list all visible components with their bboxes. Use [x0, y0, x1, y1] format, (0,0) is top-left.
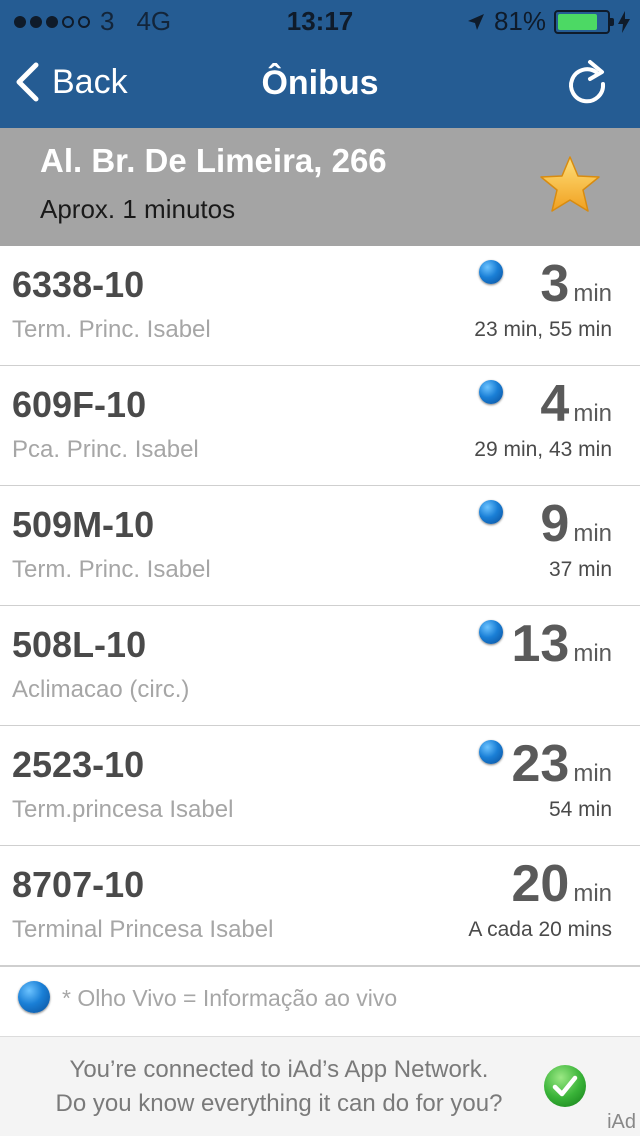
- eta-minutes: 23: [511, 735, 570, 793]
- bus-destination: Aclimacao (circ.): [12, 676, 190, 703]
- eta-minutes: 4: [540, 375, 570, 433]
- battery-icon: [554, 9, 614, 34]
- eta-unit: min: [573, 880, 612, 907]
- refresh-icon[interactable]: [566, 58, 610, 106]
- status-right: 81%: [466, 6, 630, 37]
- navigation-bar: Back Ônibus: [0, 40, 640, 128]
- bus-destination: Term. Princ. Isabel: [12, 316, 211, 343]
- bus-destination: Pca. Princ. Isabel: [12, 436, 199, 463]
- eta-unit: min: [573, 520, 612, 547]
- stop-name: Al. Br. De Limeira, 266: [40, 142, 387, 179]
- stop-approx-time: Aprox. 1 minutos: [40, 194, 236, 224]
- star-icon[interactable]: [538, 154, 602, 216]
- next-arrivals: 23 min, 55 min: [474, 318, 612, 341]
- live-indicator-icon: [18, 981, 50, 1013]
- live-indicator-icon: [479, 260, 503, 284]
- bus-line-code: 8707-10: [12, 864, 145, 905]
- bus-list: 6338-10 Term. Princ. Isabel 3 min 23 min, 55…: [0, 246, 640, 966]
- live-indicator-icon: [479, 500, 503, 524]
- iad-label: iAd: [607, 1111, 636, 1133]
- bus-row[interactable]: 2523-10 Term.princesa Isabel 23 min 54 min: [0, 726, 640, 846]
- legend: * Olho Vivo = Informação ao vivo: [0, 966, 640, 1036]
- bus-row[interactable]: 508L-10 Aclimacao (circ.) 13 min: [0, 606, 640, 726]
- eta-minutes: 9: [540, 495, 570, 553]
- eta: 9 min: [540, 494, 612, 554]
- bus-line-code: 508L-10: [12, 624, 147, 665]
- next-arrivals: 29 min, 43 min: [474, 438, 612, 461]
- eta-unit: min: [573, 400, 612, 427]
- bus-row[interactable]: 6338-10 Term. Princ. Isabel 3 min 23 min, 55…: [0, 246, 640, 366]
- eta-unit: min: [573, 760, 612, 787]
- live-indicator-icon: [479, 380, 503, 404]
- eta-unit: min: [573, 640, 612, 667]
- ad-line-2: Do you know everything it can do for you…: [55, 1090, 503, 1117]
- ad-line-1: You’re connected to iAd’s App Network.: [69, 1056, 489, 1083]
- charging-bolt-icon: [618, 10, 630, 33]
- next-arrivals: 37 min: [548, 558, 612, 581]
- bus-row[interactable]: 8707-10 Terminal Princesa Isabel 20 min A ca…: [0, 846, 640, 966]
- bus-line-code: 509M-10: [12, 504, 155, 545]
- bus-line-code: 2523-10: [12, 744, 145, 785]
- bus-destination: Term. Princ. Isabel: [12, 556, 211, 583]
- status-bar: 3 4G 13:17 81%: [0, 0, 640, 40]
- next-arrivals: 54 min: [548, 798, 612, 821]
- legend-text: * Olho Vivo = Informação ao vivo: [62, 985, 398, 1011]
- location-arrow-icon: [467, 13, 484, 30]
- bus-row[interactable]: 509M-10 Term. Princ. Isabel 9 min 37 min: [0, 486, 640, 606]
- eta: 4 min: [540, 374, 612, 434]
- battery-percent: 81%: [493, 6, 546, 36]
- page-title: Ônibus: [261, 64, 379, 102]
- eta: 20 min: [511, 854, 612, 914]
- eta-unit: min: [573, 280, 612, 307]
- live-indicator-icon: [479, 620, 503, 644]
- live-indicator-icon: [479, 740, 503, 764]
- bus-destination: Terminal Princesa Isabel: [12, 916, 274, 943]
- eta-minutes: 3: [540, 255, 570, 313]
- eta-minutes: 20: [511, 855, 570, 913]
- checkmark-icon[interactable]: [543, 1064, 587, 1108]
- eta: 3 min: [540, 254, 612, 314]
- eta: 13 min: [511, 614, 612, 674]
- eta: 23 min: [511, 734, 612, 794]
- bus-line-code: 6338-10: [12, 264, 145, 305]
- next-arrivals: A cada 20 mins: [468, 918, 612, 941]
- bus-line-code: 609F-10: [12, 384, 147, 425]
- ad-message: You’re connected to iAd’s App Network. D…: [44, 1053, 514, 1121]
- bus-destination: Term.princesa Isabel: [12, 796, 234, 823]
- bus-row[interactable]: 609F-10 Pca. Princ. Isabel 4 min 29 min, 43 …: [0, 366, 640, 486]
- eta-minutes: 13: [511, 615, 570, 673]
